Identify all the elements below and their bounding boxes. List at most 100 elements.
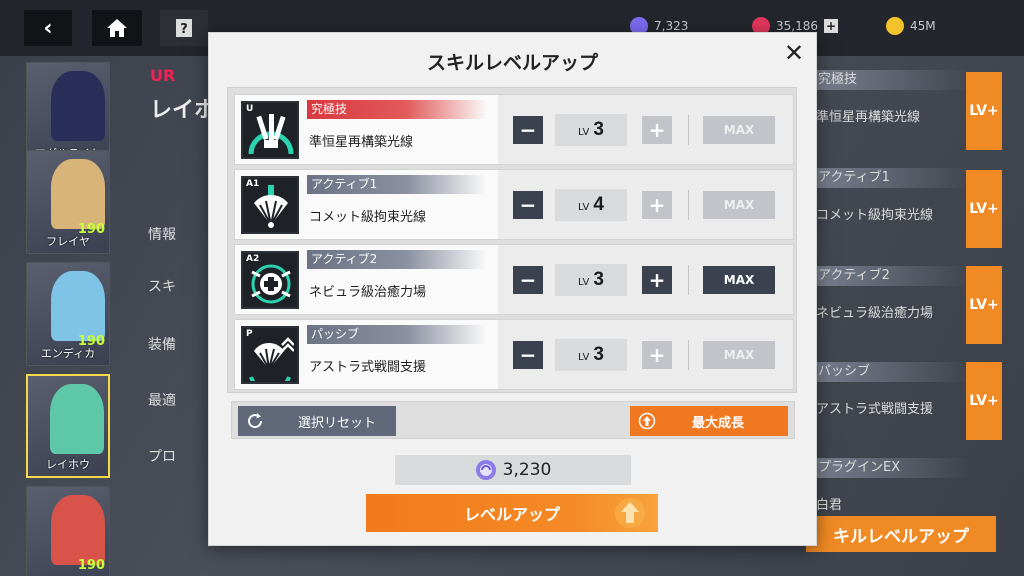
decrease-level-button[interactable]: − — [513, 191, 543, 219]
decrease-level-button[interactable]: − — [513, 341, 543, 369]
skill-name: ネビュラ級治癒力場 — [309, 285, 427, 300]
character-name: レイホ — [150, 98, 217, 123]
side-menu-equip[interactable]: 装備 — [148, 324, 208, 364]
character-portrait — [51, 271, 105, 341]
max-level-button[interactable]: MAX — [703, 116, 775, 144]
skill-icon: U — [241, 101, 299, 159]
close-icon: ✕ — [783, 39, 805, 67]
right-skill-row: パッシブ アストラ式戦闘支援 — [810, 362, 970, 446]
lv-plus-button[interactable]: LV+ — [966, 170, 1002, 248]
roster-card[interactable]: 190 エンディカ — [26, 262, 110, 366]
skill-type-tag: アクティブ2 — [307, 250, 487, 269]
level-value: 4 — [593, 194, 604, 215]
skill-info: U 究極技 準恒星再構築光線 — [235, 95, 498, 164]
skill-type-tag: パッシブ — [307, 325, 487, 344]
roster-card[interactable]: 190 — [26, 486, 110, 576]
skill-icon: A2 — [241, 251, 299, 309]
side-menu-info[interactable]: 情報 — [148, 214, 208, 254]
side-menu-skill[interactable]: スキ — [148, 266, 208, 306]
close-button[interactable]: ✕ — [780, 39, 808, 67]
svg-text:?: ? — [180, 22, 188, 37]
skill-name: コメット級拘束光線 — [309, 210, 427, 225]
max-level-button[interactable]: MAX — [703, 341, 775, 369]
coin-icon — [886, 17, 904, 35]
divider — [688, 265, 689, 295]
add-currency-button[interactable]: + — [824, 19, 838, 33]
divider — [688, 115, 689, 145]
skill-name: 準恒星再構築光線 — [309, 135, 414, 150]
back-button[interactable]: ‹ — [24, 10, 72, 46]
skill-icon: A1 — [241, 176, 299, 234]
cost-value: 3,230 — [502, 460, 552, 480]
increase-level-button[interactable]: + — [642, 116, 672, 144]
level-value: 3 — [593, 344, 604, 365]
skill-list: U 究極技 準恒星再構築光線 − LV 3 + MAX A1 アクティブ1 コメ… — [227, 87, 797, 393]
increase-level-button[interactable]: + — [642, 191, 672, 219]
fan-skill-icon — [254, 185, 288, 228]
skill-row-ultimate: U 究極技 準恒星再構築光線 − LV 3 + MAX — [234, 94, 794, 165]
chevron-left-icon: ‹ — [43, 15, 53, 41]
divider — [688, 190, 689, 220]
lv-plus-button[interactable]: LV+ — [966, 266, 1002, 344]
side-menu-profile[interactable]: プロ — [148, 436, 208, 476]
heal-field-icon — [251, 264, 291, 304]
plus-icon: + — [648, 193, 666, 217]
right-skill-row: アクティブ2 ネビュラ級治癒力場 — [810, 266, 970, 350]
minus-icon: − — [519, 343, 537, 367]
skill-row-active1: A1 アクティブ1 コメット級拘束光線 − LV 4 + MAX — [234, 169, 794, 240]
help-button[interactable]: ? — [160, 10, 208, 46]
level-up-button[interactable]: レベルアップ — [366, 494, 658, 532]
character-portrait — [50, 384, 104, 454]
help-icon: ? — [176, 19, 192, 37]
skill-type-tag: 究極技 — [307, 100, 487, 119]
level-display: LV 3 — [555, 114, 627, 146]
decrease-level-button[interactable]: − — [513, 116, 543, 144]
passive-fan-icon — [249, 337, 294, 381]
home-icon — [107, 19, 127, 37]
skill-levelup-dialog: スキルレベルアップ ✕ U 究極技 準恒星再構築光線 − LV 3 + MAX … — [209, 33, 816, 545]
ultimate-skill-icon — [248, 114, 294, 155]
minus-icon: − — [519, 268, 537, 292]
rarity-label: UR — [150, 66, 176, 85]
character-portrait — [51, 495, 105, 565]
skill-row-active2: A2 アクティブ2 ネビュラ級治癒力場 − LV 3 + MAX — [234, 244, 794, 315]
character-portrait — [51, 159, 105, 229]
refresh-icon — [248, 413, 263, 429]
upgrade-arrow-icon — [638, 412, 656, 430]
lv-plus-button[interactable]: LV+ — [966, 72, 1002, 150]
skill-material-icon — [475, 460, 496, 480]
skill-info: A1 アクティブ1 コメット級拘束光線 — [235, 170, 498, 239]
skill-levelup-open-button[interactable]: キルレベルアップ — [806, 516, 996, 552]
reset-selection-button[interactable]: 選択リセット — [238, 406, 396, 436]
increase-level-button[interactable]: + — [642, 266, 672, 294]
lv-plus-button[interactable]: LV+ — [966, 362, 1002, 440]
level-value: 3 — [593, 269, 604, 290]
right-skill-row: 究極技 準恒星再構築光線 — [810, 70, 970, 154]
action-bar: 選択リセット 最大成長 — [231, 401, 795, 439]
home-button[interactable] — [92, 10, 142, 46]
max-level-button[interactable]: MAX — [703, 191, 775, 219]
level-value: 3 — [593, 119, 604, 140]
skill-info: A2 アクティブ2 ネビュラ級治癒力場 — [235, 245, 498, 314]
level-display: LV 3 — [555, 339, 627, 371]
up-arrow-icon — [615, 498, 645, 528]
plus-icon: + — [648, 343, 666, 367]
plus-icon: + — [648, 268, 666, 292]
skill-row-passive: P パッシブ アストラ式戦闘支援 − LV 3 + MAX — [234, 319, 794, 390]
minus-icon: − — [519, 118, 537, 142]
decrease-level-button[interactable]: − — [513, 266, 543, 294]
skill-info: P パッシブ アストラ式戦闘支援 — [235, 320, 498, 389]
cost-display: 3,230 — [395, 455, 631, 485]
divider — [688, 340, 689, 370]
currency-counter-3: 45M — [886, 15, 936, 37]
max-level-button[interactable]: MAX — [703, 266, 775, 294]
level-display: LV 4 — [555, 189, 627, 221]
increase-level-button[interactable]: + — [642, 341, 672, 369]
side-menu-optimize[interactable]: 最適 — [148, 380, 208, 420]
skill-type-tag: アクティブ1 — [307, 175, 487, 194]
max-growth-button[interactable]: 最大成長 — [630, 406, 788, 436]
roster-card[interactable]: 190 フレイヤ — [26, 150, 110, 254]
roster-card-selected[interactable]: レイホウ — [26, 374, 110, 478]
skill-name: アストラ式戦闘支援 — [309, 360, 427, 375]
minus-icon: − — [519, 193, 537, 217]
